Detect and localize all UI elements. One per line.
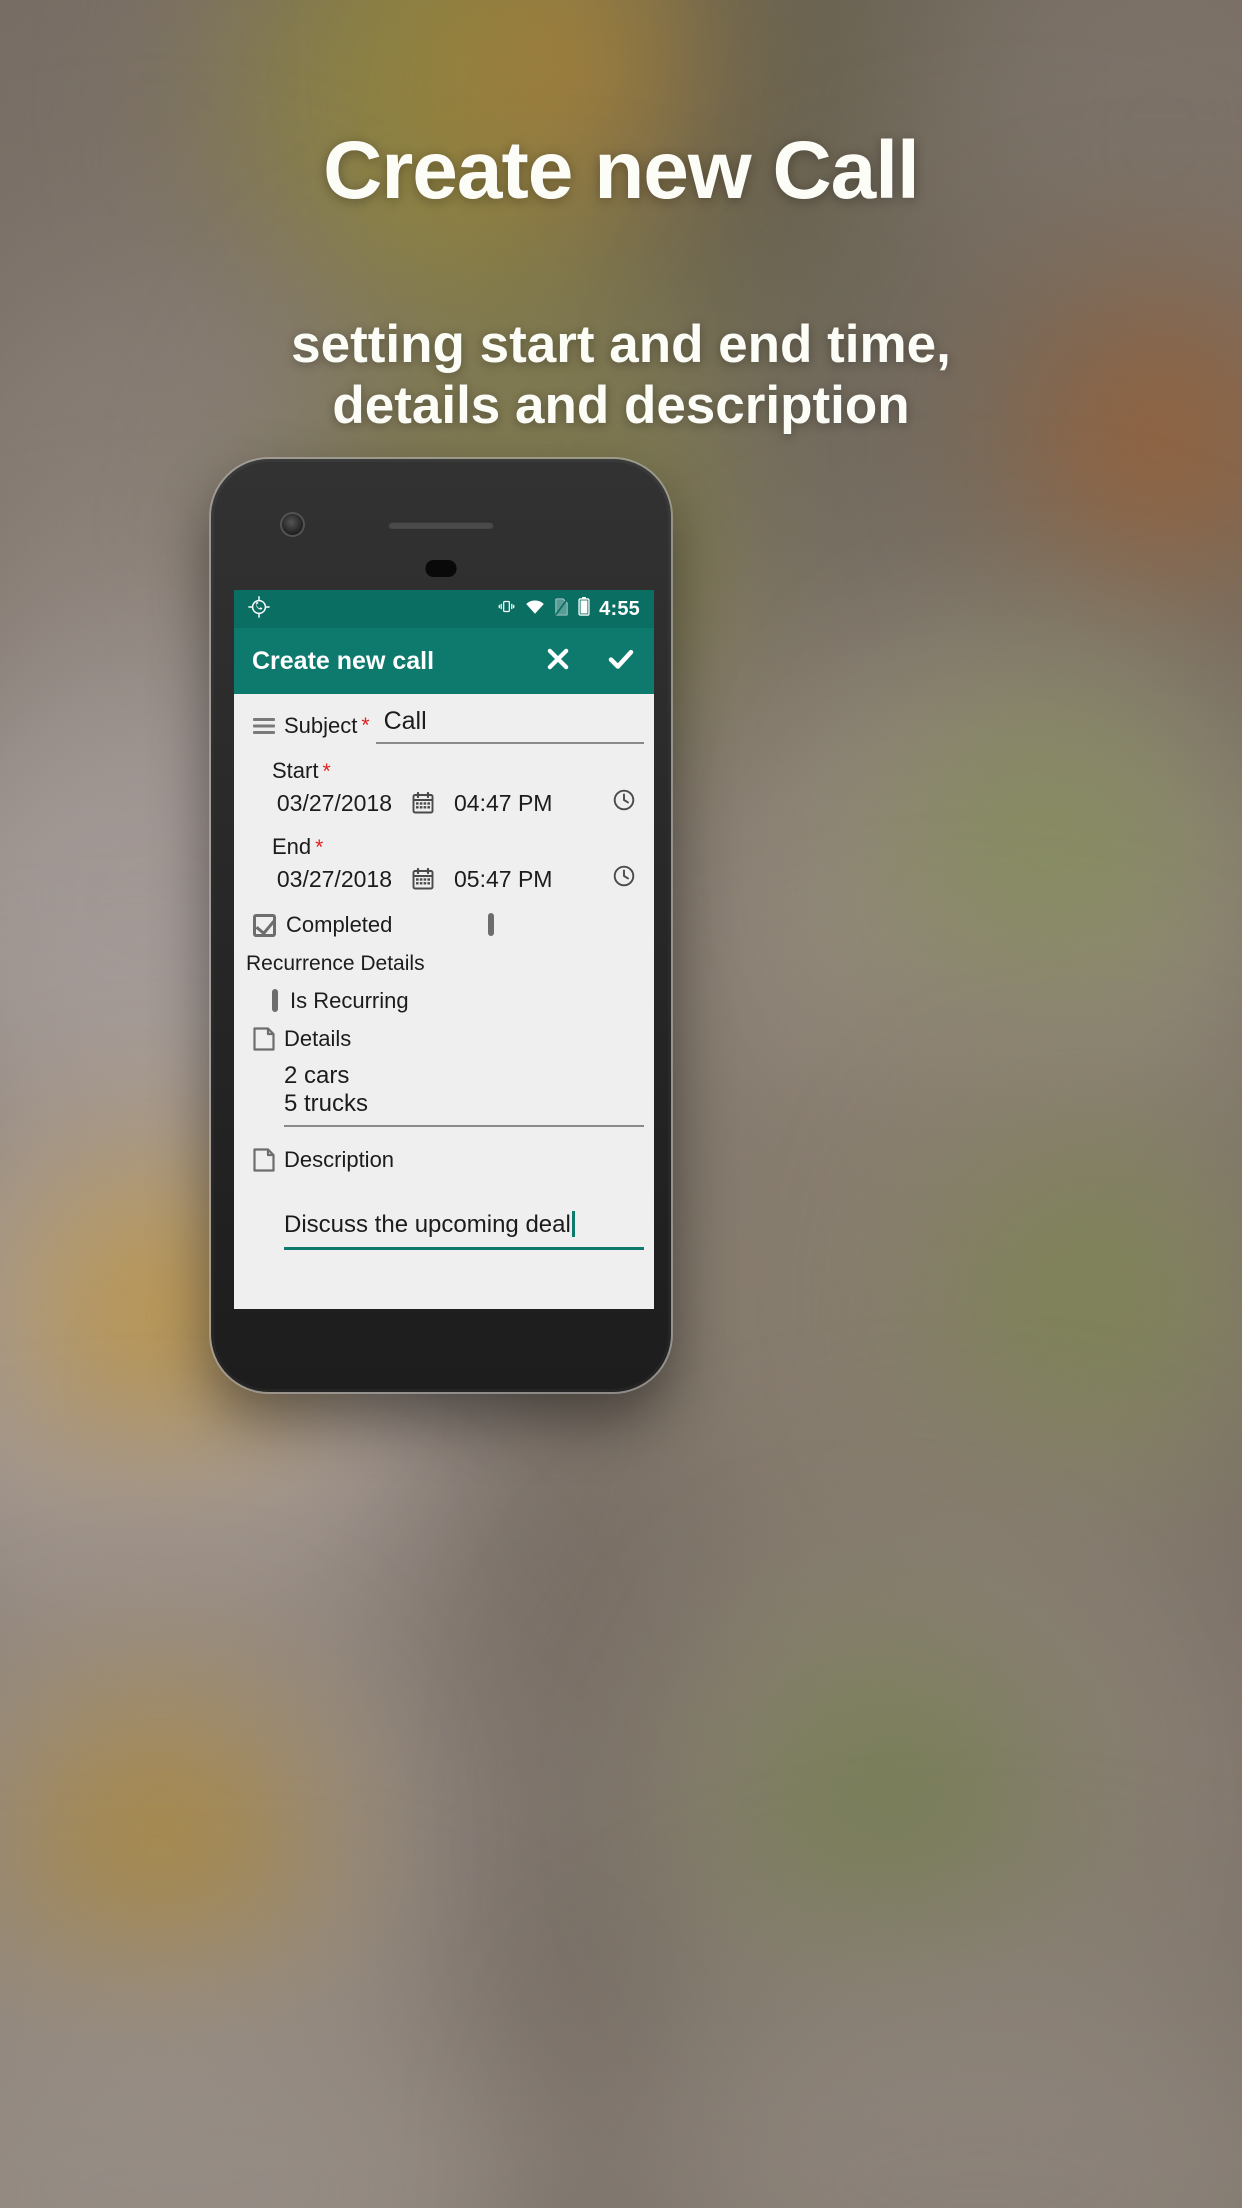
start-group: Start * 03/27/2018 04:47 PM: [244, 748, 644, 824]
promo-text-block: Create new Call setting start and end ti…: [0, 0, 1242, 437]
calendar-icon[interactable]: [392, 791, 454, 815]
clock-icon[interactable]: [612, 788, 644, 818]
note-icon: [244, 1027, 284, 1051]
start-row: 03/27/2018 04:47 PM: [244, 784, 644, 824]
end-group: End * 03/27/2018 05:47 PM: [244, 824, 644, 900]
no-sim-icon: [554, 597, 569, 621]
vibrate-icon: [497, 598, 516, 620]
proximity-sensor-icon: [425, 560, 457, 577]
details-header-row: Details: [244, 1020, 644, 1054]
wifi-icon: [525, 599, 545, 620]
completed-checkbox[interactable]: [488, 913, 495, 936]
check-icon[interactable]: [606, 644, 636, 679]
status-bar-clock: 4:55: [599, 597, 640, 620]
calendar-icon[interactable]: [392, 867, 454, 891]
is-recurring-row[interactable]: Is Recurring: [244, 982, 644, 1020]
end-label-wrap: End *: [244, 824, 644, 860]
promo-subtitle-line-2: details and description: [332, 376, 910, 436]
details-line-2: 5 trucks: [284, 1090, 369, 1118]
note-icon: [244, 1148, 284, 1172]
description-input[interactable]: Discuss the upcoming deal: [284, 1210, 644, 1250]
phone-bezel: 4:55 Create new call Subject * Call Star…: [214, 462, 668, 1389]
start-time-value[interactable]: 04:47 PM: [454, 790, 572, 817]
app-toolbar: Create new call: [234, 628, 654, 694]
subject-lines-icon: [244, 717, 284, 735]
end-row: 03/27/2018 05:47 PM: [244, 860, 644, 900]
clock-icon[interactable]: [612, 864, 644, 894]
front-camera-icon: [282, 514, 303, 535]
subject-required-mark: *: [361, 713, 370, 737]
end-date-value[interactable]: 03/27/2018: [244, 866, 392, 893]
battery-icon: [578, 597, 590, 621]
description-label: Description: [284, 1146, 395, 1172]
checkbox-checked-icon: [244, 913, 284, 937]
subject-row[interactable]: Subject * Call: [244, 694, 644, 748]
promo-subtitle-line-1: setting start and end time,: [291, 315, 951, 374]
call-tracker-icon: [248, 595, 270, 623]
start-date-value[interactable]: 03/27/2018: [244, 790, 392, 817]
subject-label: Subject: [284, 712, 358, 738]
details-label: Details: [284, 1026, 352, 1051]
earpiece-speaker-icon: [388, 521, 494, 529]
start-required-mark: *: [322, 760, 331, 783]
status-icons-group: 4:55: [497, 597, 640, 621]
subject-input[interactable]: Call: [375, 707, 644, 744]
completed-label: Completed: [286, 912, 393, 937]
is-recurring-checkbox[interactable]: [272, 989, 278, 1012]
android-status-bar: 4:55: [234, 590, 654, 628]
details-input[interactable]: 2 cars 5 trucks: [284, 1062, 644, 1127]
phone-device-mockup: 4:55 Create new call Subject * Call Star…: [211, 459, 671, 1392]
recurrence-section-label: Recurrence Details: [246, 952, 425, 975]
close-icon[interactable]: [544, 645, 572, 678]
promo-subtitle: setting start and end time, details and …: [0, 314, 1242, 437]
app-toolbar-actions: [544, 644, 636, 679]
completed-row[interactable]: Completed: [244, 900, 644, 948]
end-label: End: [272, 834, 312, 859]
end-time-value[interactable]: 05:47 PM: [454, 866, 572, 893]
is-recurring-label: Is Recurring: [290, 988, 409, 1013]
app-toolbar-title: Create new call: [252, 646, 435, 675]
text-caret: [571, 1210, 575, 1237]
start-label-wrap: Start *: [244, 748, 644, 784]
details-line-1: 2 cars: [284, 1062, 350, 1089]
start-label: Start: [272, 758, 319, 783]
end-required-mark: *: [315, 836, 324, 859]
description-header-row: Description: [244, 1127, 644, 1175]
description-value: Discuss the upcoming deal: [284, 1210, 571, 1238]
create-call-form: Subject * Call Start * 03/27/2018 04:47 …: [234, 694, 654, 1309]
page-title: Create new Call: [323, 125, 920, 216]
phone-screen: 4:55 Create new call Subject * Call Star…: [234, 590, 654, 1309]
